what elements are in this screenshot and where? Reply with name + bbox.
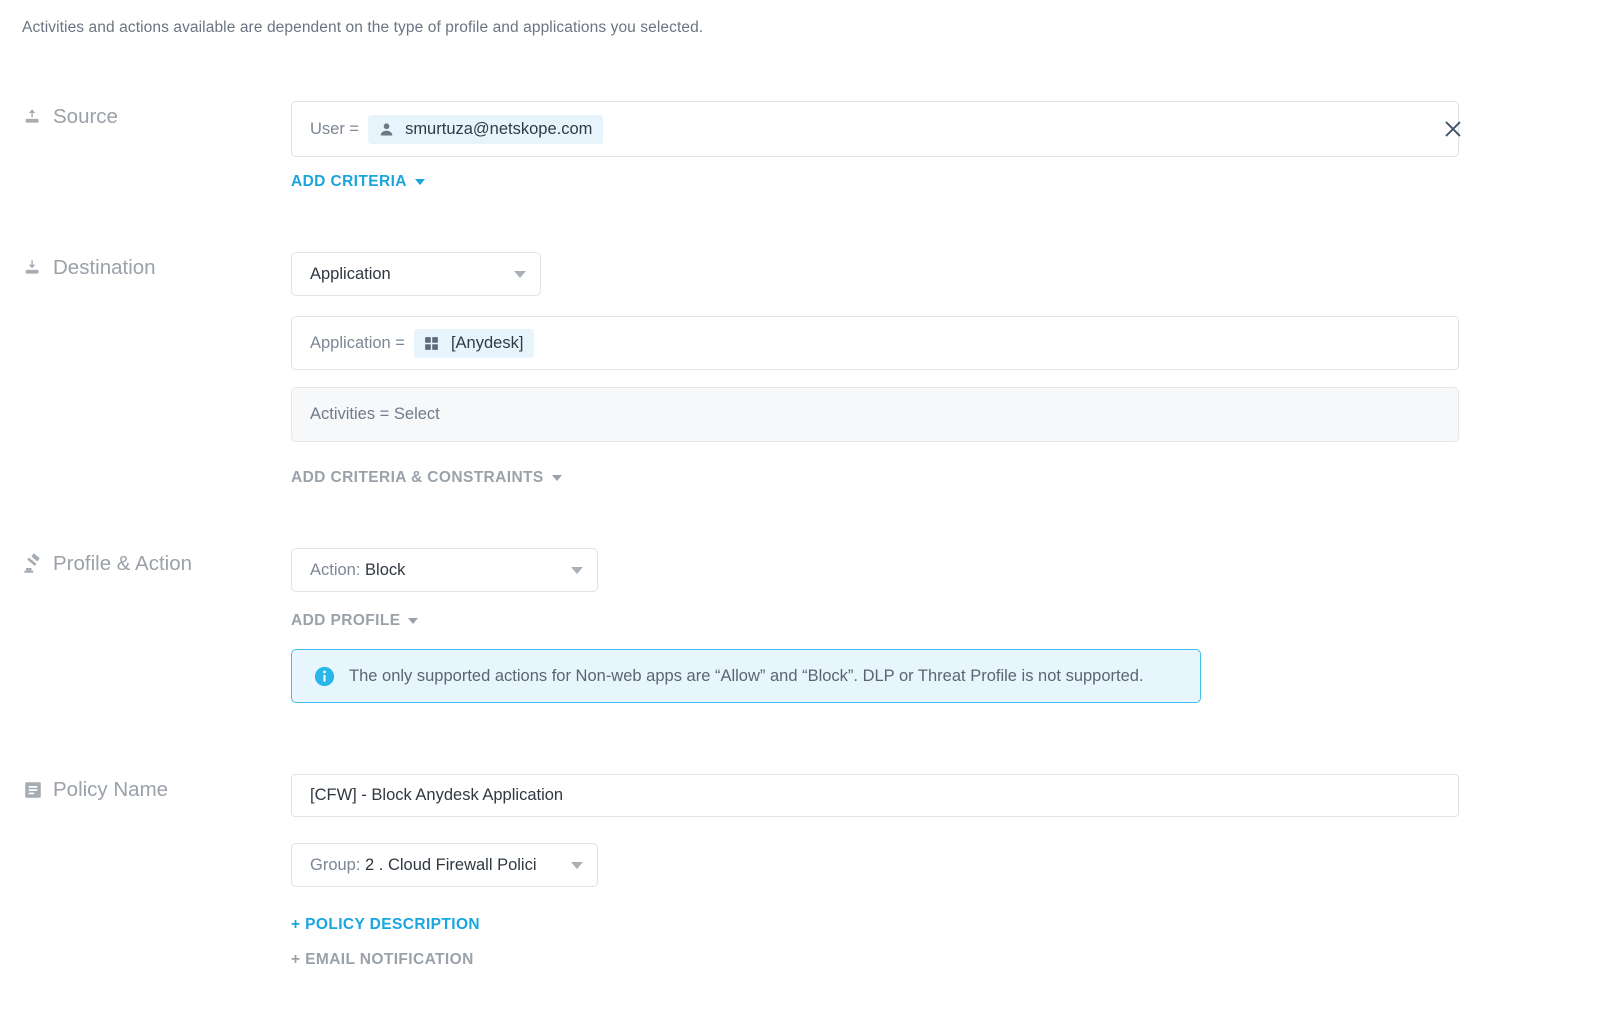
profile-action-section-label-text: Profile & Action: [53, 552, 193, 575]
policy-group-prefix: Group:: [310, 855, 366, 874]
action-select-value: Block: [365, 560, 406, 579]
policy-group-select[interactable]: Group: 2 . Cloud Firewall Polici: [291, 843, 598, 887]
destination-application-field[interactable]: Application = [Anydesk]: [291, 316, 1459, 370]
destination-section-label-text: Destination: [53, 256, 156, 279]
destination-add-criteria-label: ADD CRITERIA & CONSTRAINTS: [291, 469, 544, 486]
chevron-down-icon: [414, 179, 425, 185]
source-user-chip-value: smurtuza@netskope.com: [405, 119, 593, 138]
source-criteria-key: User =: [310, 119, 360, 138]
document-lines-icon: [22, 779, 44, 801]
email-notification-toggle[interactable]: + EMAIL NOTIFICATION: [291, 951, 474, 969]
policy-group-value: 2 . Cloud Firewall Polici: [365, 855, 537, 874]
destination-application-key: Application =: [310, 333, 405, 352]
add-profile-label: ADD PROFILE: [291, 612, 401, 629]
gavel-icon: [22, 553, 44, 575]
destination-add-criteria-button[interactable]: ADD CRITERIA & CONSTRAINTS: [291, 469, 562, 487]
policy-name-section-label-text: Policy Name: [53, 778, 169, 801]
action-select-prefix: Action:: [310, 560, 366, 579]
source-criteria-field[interactable]: User = smurtuza@netskope.com: [291, 101, 1459, 157]
apps-grid-icon: [423, 334, 441, 352]
destination-activities-field[interactable]: Activities = Select: [291, 387, 1459, 442]
source-user-chip[interactable]: smurtuza@netskope.com: [368, 114, 604, 144]
policy-name-input[interactable]: [291, 774, 1459, 817]
action-select[interactable]: Action: Block: [291, 548, 598, 592]
upload-icon: [22, 106, 44, 128]
source-section-label-text: Source: [53, 105, 118, 128]
user-icon: [377, 120, 395, 138]
destination-activities-text: Activities = Select: [310, 405, 440, 423]
non-web-apps-info-text: The only supported actions for Non-web a…: [349, 666, 1144, 685]
destination-type-select[interactable]: Application: [291, 252, 541, 296]
add-profile-button[interactable]: ADD PROFILE: [291, 612, 419, 630]
destination-application-chip[interactable]: [Anydesk]: [413, 328, 535, 358]
chevron-down-icon: [571, 861, 583, 869]
policy-name-section-label: Policy Name: [22, 778, 168, 802]
source-add-criteria-button[interactable]: ADD CRITERIA: [291, 173, 425, 191]
chevron-down-icon: [571, 566, 583, 574]
source-criteria-remove-button[interactable]: [1438, 114, 1468, 144]
source-add-criteria-label: ADD CRITERIA: [291, 173, 407, 190]
source-section-label: Source: [22, 105, 118, 129]
destination-application-chip-value: [Anydesk]: [450, 333, 524, 352]
policy-description-toggle[interactable]: + POLICY DESCRIPTION: [291, 916, 480, 934]
destination-section-label: Destination: [22, 256, 156, 280]
download-icon: [22, 257, 44, 279]
policy-group-select-text: Group: 2 . Cloud Firewall Polici: [310, 856, 561, 875]
action-select-text: Action: Block: [310, 561, 561, 580]
chevron-down-icon: [551, 475, 562, 481]
destination-type-value: Application: [310, 264, 391, 283]
non-web-apps-info-banner: The only supported actions for Non-web a…: [291, 649, 1201, 703]
profile-action-section-label: Profile & Action: [22, 552, 192, 576]
chevron-down-icon: [514, 270, 526, 278]
chevron-down-icon: [408, 618, 419, 624]
close-icon: [1445, 121, 1461, 137]
info-circle-icon: [314, 666, 335, 687]
page-intro-text: Activities and actions available are dep…: [22, 19, 704, 36]
